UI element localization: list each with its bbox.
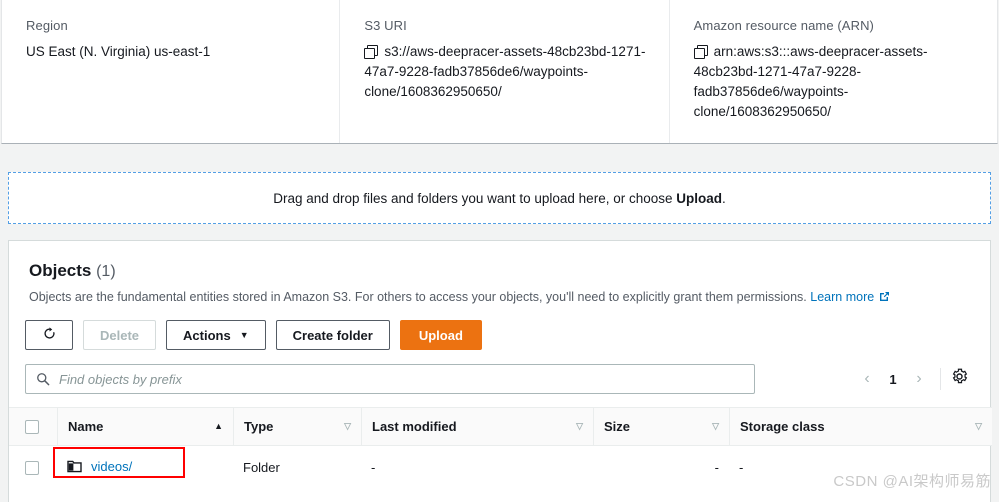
actions-label: Actions [183,327,231,343]
objects-table-header: Name ▲ Type ▽ Last modified ▽ Size ▽ Sto… [9,407,992,446]
table-header-row: Name ▲ Type ▽ Last modified ▽ Size ▽ Sto… [9,407,992,446]
row-type-cell: Folder [243,460,280,476]
s3-uri-column: S3 URI s3://aws-deepracer-assets-48cb23b… [339,0,668,143]
dropzone-text: Drag and drop files and folders you want… [273,191,726,206]
s3-uri-label: S3 URI [364,18,407,33]
sort-descending-icon: ▽ [712,421,719,431]
pagination-divider [940,368,941,390]
search-input[interactable] [59,371,744,387]
row-last-modified-cell: - [371,460,376,476]
column-header-type-inner[interactable]: Type ▽ [233,408,361,445]
sort-ascending-icon: ▲ [214,421,223,431]
refresh-button[interactable] [25,320,73,350]
upload-button[interactable]: Upload [399,320,482,350]
row-name-wrap: videos/ [67,459,132,474]
search-icon [36,372,50,386]
arn-label: Amazon resource name (ARN) [693,18,874,33]
dropzone-text-before: Drag and drop files and folders you want… [273,190,677,206]
column-header-name-inner[interactable]: Name ▲ [57,408,233,445]
row-size-cell: - [714,460,719,476]
s3-uri-value-wrap: s3://aws-deepracer-assets-48cb23bd-1271-… [364,42,648,102]
arn-value: arn:aws:s3:::aws-deepracer-assets-48cb23… [693,44,928,119]
objects-header: Objects (1) Objects are the fundamental … [9,241,990,306]
column-header-storage-class-label: Storage class [740,419,825,434]
copy-icon[interactable] [693,45,708,59]
region-value: US East (N. Virginia) us-east-1 [26,44,211,59]
s3-bucket-page: Region US East (N. Virginia) us-east-1 S… [0,0,999,502]
objects-description: Objects are the fundamental entities sto… [29,289,970,306]
sort-descending-icon: ▽ [975,421,982,431]
folder-link-videos[interactable]: videos/ [91,459,132,474]
bucket-properties-card: Region US East (N. Virginia) us-east-1 S… [1,0,998,144]
region-column: Region US East (N. Virginia) us-east-1 [2,0,339,143]
learn-more-link[interactable]: Learn more [810,290,874,304]
arn-column: Amazon resource name (ARN) arn:aws:s3:::… [668,0,997,143]
upload-dropzone[interactable]: Drag and drop files and folders you want… [8,172,991,224]
pagination-page-1[interactable]: 1 [880,372,906,387]
column-header-storage-class[interactable]: Storage class ▽ [729,408,992,446]
gear-icon [952,368,968,384]
folder-icon [67,460,82,473]
search-box[interactable] [25,364,755,394]
column-header-type-label: Type [244,419,274,434]
objects-title-text: Objects [29,261,92,280]
dropzone-text-after: . [722,190,726,206]
objects-panel: Objects (1) Objects are the fundamental … [8,240,992,502]
sort-descending-icon: ▽ [344,421,351,431]
dropzone-upload-emphasis: Upload [676,190,722,206]
pagination-next-button[interactable]: › [906,371,932,387]
column-header-storage-class-inner[interactable]: Storage class ▽ [729,408,992,445]
objects-toolbar: Delete Actions ▼ Create folder Upload [9,306,990,350]
s3-uri-value: s3://aws-deepracer-assets-48cb23bd-1271-… [364,44,646,99]
select-all-checkbox[interactable] [25,419,39,434]
select-all-cell [9,408,57,445]
column-header-name[interactable]: Name ▲ [57,408,233,446]
sort-descending-icon: ▽ [576,421,583,431]
external-link-icon[interactable] [878,291,890,303]
copy-icon[interactable] [364,45,379,59]
column-header-type[interactable]: Type ▽ [233,408,361,446]
column-header-last-modified-label: Last modified [372,419,457,434]
objects-count: (1) [96,263,116,280]
row-checkbox[interactable] [25,460,39,475]
column-header-size-label: Size [604,419,631,434]
settings-button[interactable] [950,367,974,391]
create-folder-button[interactable]: Create folder [275,320,390,350]
pagination-prev-button[interactable]: ‹ [854,371,880,387]
csdn-watermark: CSDN @AI架构师易筋 [833,473,991,490]
pagination: ‹ 1 › [854,367,974,391]
objects-title: Objects (1) [29,261,970,281]
actions-dropdown-button[interactable]: Actions ▼ [166,320,266,350]
row-name-cell: videos/ [53,446,233,490]
refresh-icon [42,326,57,344]
arn-value-wrap: arn:aws:s3:::aws-deepracer-assets-48cb23… [693,42,977,122]
column-header-last-modified-inner[interactable]: Last modified ▽ [361,408,593,445]
column-header-size[interactable]: Size ▽ [593,408,729,446]
select-all-header [9,408,57,446]
delete-button[interactable]: Delete [83,320,157,350]
objects-filter-row: ‹ 1 › [9,350,990,394]
region-label: Region [26,18,68,33]
column-header-name-label: Name [68,419,104,434]
objects-description-text: Objects are the fundamental entities sto… [29,290,807,304]
column-header-size-inner[interactable]: Size ▽ [593,408,729,445]
row-select-cell [9,446,57,490]
column-header-last-modified[interactable]: Last modified ▽ [361,408,593,446]
chevron-down-icon: ▼ [239,329,249,340]
